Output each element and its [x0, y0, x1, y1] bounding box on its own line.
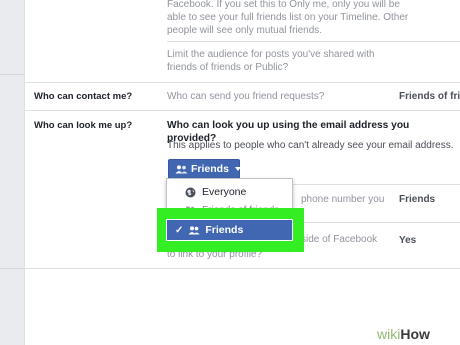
- timeline-note-line2: able to see your full friends list on yo…: [167, 12, 409, 23]
- audience-button-label: Friends: [191, 163, 229, 175]
- lookup-subtext: This applies to people who can't already…: [167, 140, 454, 151]
- contact-row-label: Who can contact me?: [34, 91, 133, 102]
- privacy-settings-panel: Facebook. If you set this to Only me, on…: [24, 0, 460, 345]
- search-engine-fragment: side of Facebook: [301, 234, 378, 245]
- search-engine-value[interactable]: Yes: [399, 234, 416, 247]
- dropdown-option-label: Everyone: [202, 186, 247, 198]
- section-divider: [25, 110, 460, 111]
- limit-audience-line1: Limit the audience for posts you've shar…: [167, 49, 375, 60]
- watermark-wiki-text: wiki: [377, 326, 401, 342]
- chevron-down-icon: [234, 167, 241, 171]
- lookup-row-label: Who can look me up?: [34, 120, 133, 131]
- globe-icon: [184, 187, 196, 198]
- dropdown-option-label: Friends: [205, 224, 244, 236]
- sidebar-divider: [0, 268, 24, 269]
- section-divider: [167, 41, 460, 42]
- section-divider: [25, 268, 460, 269]
- dropdown-option-everyone[interactable]: Everyone: [167, 183, 292, 201]
- friends-icon: [175, 164, 188, 174]
- section-divider: [25, 82, 460, 83]
- timeline-note-line3: people will see only mutual friends.: [167, 25, 323, 36]
- contact-question: Who can send you friend requests?: [167, 91, 325, 102]
- dropdown-option-friends[interactable]: ✓ Friends: [166, 219, 293, 241]
- limit-audience-line2: friends of friends or Public?: [167, 62, 289, 73]
- phone-question-fragment: phone number you: [301, 194, 385, 205]
- watermark-how-text: How: [400, 326, 430, 342]
- phone-value[interactable]: Friends: [399, 193, 435, 206]
- left-sidebar-strip: [0, 0, 24, 345]
- check-icon: ✓: [175, 224, 184, 236]
- sidebar-divider: [0, 74, 24, 75]
- friends-icon: [188, 225, 200, 235]
- contact-value[interactable]: Friends of fri: [399, 90, 460, 103]
- wikihow-watermark: wiki How: [369, 323, 460, 345]
- timeline-note-line1: Facebook. If you set this to Only me, on…: [167, 0, 400, 10]
- audience-selector-button[interactable]: Friends: [168, 159, 241, 179]
